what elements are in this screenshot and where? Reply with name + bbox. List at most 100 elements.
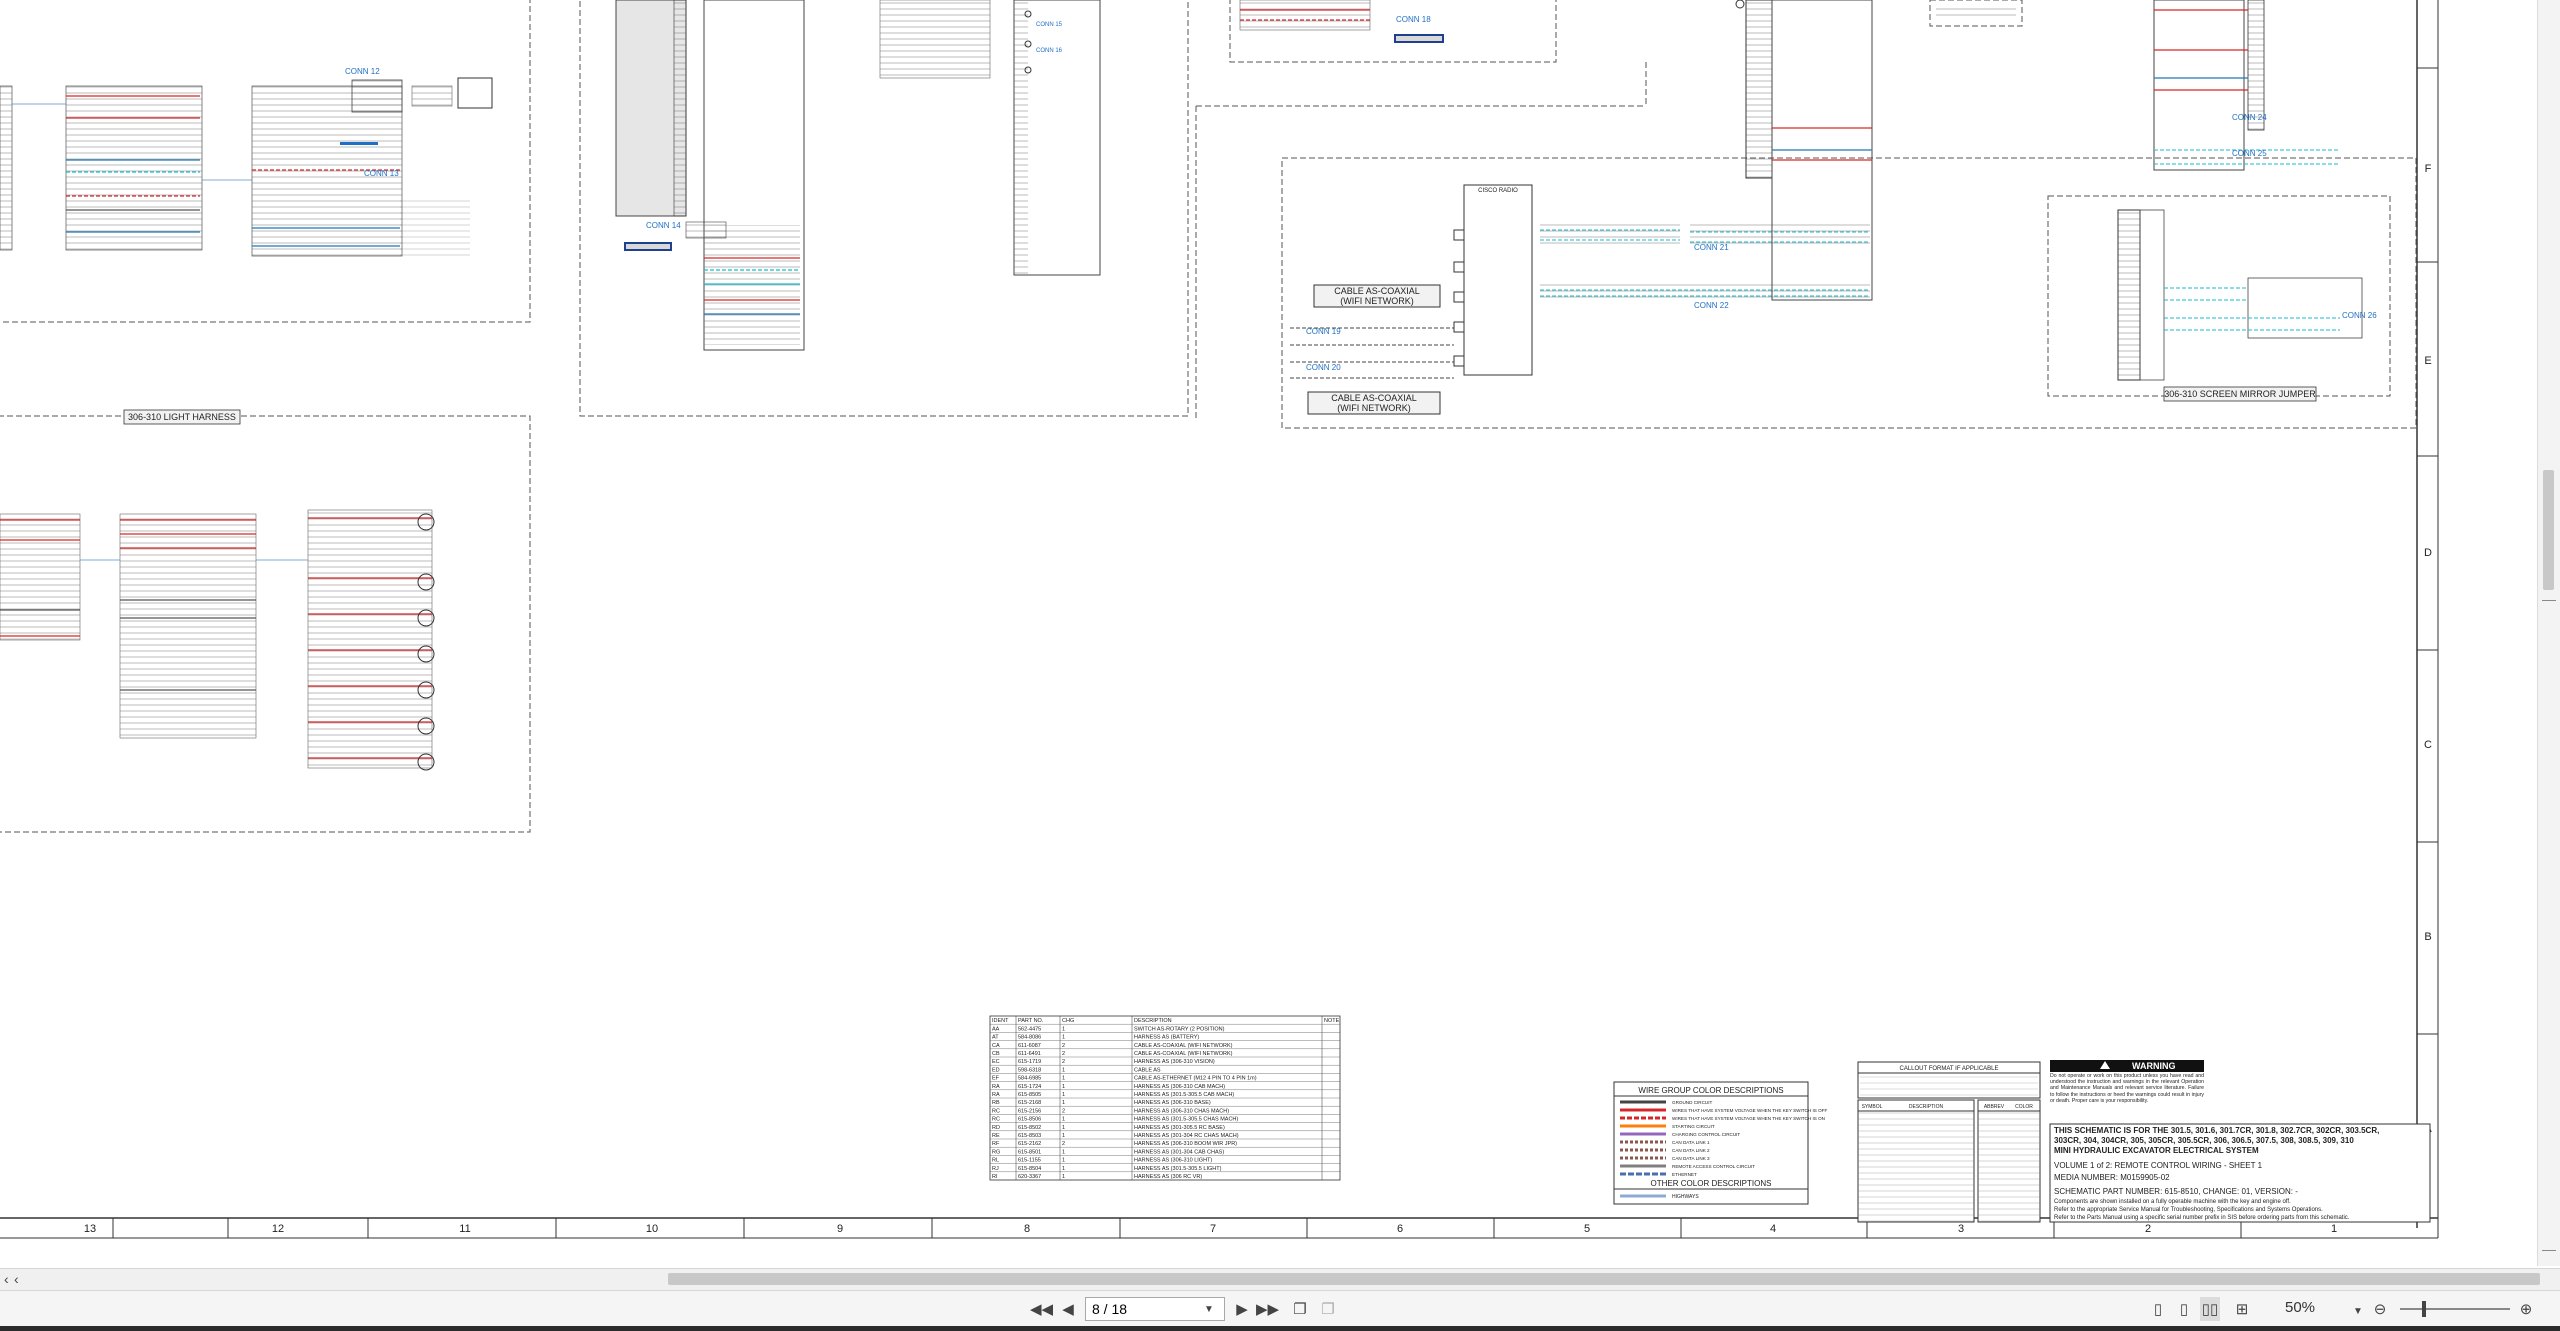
row-letter: B [2424,931,2431,943]
cable-label: (WIFI NETWORK) [1337,403,1411,413]
horizontal-scroll-thumb[interactable] [668,1273,2540,1285]
parts-table-cell: HARNESS AS (306-310 CHAS MACH) [1134,1108,1229,1114]
zoom-level[interactable]: 50% [2285,1299,2315,1316]
column-number: 9 [837,1223,843,1235]
parts-table-cell: RG [992,1149,1000,1155]
parts-table-cell: RF [992,1141,1000,1147]
zoom-slider[interactable] [2400,1301,2510,1317]
parts-table-cell: RC [992,1108,1000,1114]
connector-label: CONN 21 [1694,243,1729,252]
parts-table-cell: HARNESS AS (301-304 RC CHAS MACH) [1134,1133,1239,1139]
vertical-scrollbar[interactable] [2537,0,2560,1266]
continuous-view-button[interactable]: ▯ [2174,1297,2194,1321]
connector-label: CONN 26 [2342,311,2377,320]
parts-table-cell: RC [992,1117,1000,1123]
split-view-button[interactable]: ⊞ [2232,1297,2252,1321]
column-number: 7 [1210,1223,1216,1235]
callout-header: DESCRIPTION [1909,1104,1944,1110]
parts-table-cell: RI [992,1174,998,1180]
connector-label: CONN 18 [1396,15,1431,24]
prev-page-icon: ◀ [1062,1301,1074,1318]
parts-table-cell: 615-1724 [1018,1084,1041,1090]
parts-table-cell: 1 [1062,1076,1065,1082]
page-number-box[interactable]: ▼ [1085,1297,1225,1321]
row-letters: F E D C B A [2417,67,2438,1135]
parts-table-cell: 1 [1062,1133,1065,1139]
zoom-dropdown-chevron-icon[interactable]: ▼ [2348,1299,2368,1323]
title-line: Refer to the Parts Manual using a specif… [2054,1215,2350,1221]
split-view-icon: ⊞ [2235,1301,2249,1318]
parts-table-cell: CABLE AS-COAXIAL (WIFI NETWORK) [1134,1043,1233,1049]
legend-item: ETHERNET [1672,1172,1697,1177]
parts-table-cell: HARNESS AS (301-305.5 RC BASE) [1134,1125,1225,1131]
parts-table-cell: 1 [1062,1092,1065,1098]
last-page-button[interactable]: ▶▶ [1256,1297,1279,1321]
legend-other-title: OTHER COLOR DESCRIPTIONS [1651,1179,1772,1188]
connector-label: CONN 25 [2232,149,2267,158]
fit-page-button[interactable]: ❐ [1290,1297,1310,1321]
two-page-view-button[interactable]: ▯▯ [2200,1297,2220,1321]
cable-label: CABLE AS-COAXIAL [1334,286,1420,296]
page-toolbar: ◀◀ ◀ ▼ ▶ ▶▶ ❐ ❐ ▯ ▯ ▯▯ ⊞ 50% ▼ ⊖ ⊕ [0,1290,2560,1327]
cable-label: (WIFI NETWORK) [1340,296,1414,306]
device-label: CISCO RADIO [1478,188,1518,194]
connector-label: CONN 15 [1036,22,1063,28]
connector-label: CONN 12 [345,67,380,76]
document-viewport[interactable]: F E D C B A 13 12 11 10 9 8 7 6 5 4 3 [0,0,2560,1265]
harness-label: 306-310 SCREEN MIRROR JUMPER [2164,389,2316,399]
fit-page-icon: ❐ [1293,1301,1307,1318]
parts-table-cell: 615-2162 [1018,1141,1041,1147]
parts-table-cell: 615-1155 [1018,1158,1041,1164]
row-letter: D [2424,547,2432,559]
parts-table-cell: 615-2156 [1018,1108,1041,1114]
legend-item: STARTING CIRCUIT [1672,1124,1715,1129]
zoom-in-icon[interactable]: ⊕ [2516,1297,2536,1321]
scroll-left-icon[interactable]: ‹ [14,1271,19,1287]
legend-title: WIRE GROUP COLOR DESCRIPTIONS [1638,1086,1783,1095]
parts-table-header: PART NO. [1018,1018,1044,1024]
first-page-button[interactable]: ◀◀ [1030,1297,1053,1321]
parts-table-cell: AA [992,1026,1000,1032]
title-line: MINI HYDRAULIC EXCAVATOR ELECTRICAL SYST… [2054,1146,2259,1155]
harness-label: 306-310 LIGHT HARNESS [128,412,236,422]
parts-table-cell: 1 [1062,1117,1065,1123]
parts-table-cell: RL [992,1158,999,1164]
horizontal-scrollbar[interactable]: ‹ ‹ [0,1268,2560,1291]
parts-table-cell: HARNESS AS (301-304 CAB CHAS) [1134,1149,1224,1155]
parts-table-cell: 1 [1062,1035,1065,1041]
parts-table-cell: RD [992,1125,1000,1131]
parts-table-cell: RB [992,1100,1000,1106]
legend-item: CAN DATA LINK 3 [1672,1156,1710,1161]
rotate-page-button[interactable]: ❐ [1318,1297,1338,1321]
parts-table-cell: HARNESS AS (306-310 VISION) [1134,1059,1215,1065]
chevron-down-icon[interactable]: ▼ [1204,1304,1214,1315]
parts-table-header: CHG [1062,1018,1074,1024]
warning-text: Do not operate or work on this product u… [2050,1073,2204,1104]
callout-header: ABBREV [1984,1104,2005,1110]
page-number-input[interactable] [1086,1300,1204,1318]
legend-other-item: HIGHWAYS [1672,1194,1699,1200]
parts-table-cell: 2 [1062,1043,1065,1049]
parts-table-cell: HARNESS AS (301.5-305.5 CHAS MACH) [1134,1117,1238,1123]
parts-table-cell: HARNESS AS (301.5-305.5 CAB MACH) [1134,1092,1234,1098]
prev-page-button[interactable]: ◀ [1058,1297,1078,1321]
column-number: 13 [84,1223,96,1235]
next-page-button[interactable]: ▶ [1232,1297,1252,1321]
parts-table-cell: 1 [1062,1158,1065,1164]
light-harness-area: 306-310 LIGHT HARNESS [0,409,531,833]
column-number: 5 [1584,1223,1590,1235]
single-page-view-button[interactable]: ▯ [2148,1297,2168,1321]
title-line: Refer to the appropriate Service Manual … [2054,1207,2323,1213]
parts-table-cell: AT [992,1035,999,1041]
next-page-icon: ▶ [1236,1301,1248,1318]
scroll-left-arrow-icon[interactable]: ‹ [4,1271,9,1287]
legend-item: CAN DATA LINK 1 [1672,1140,1710,1145]
vertical-scroll-thumb[interactable] [2543,470,2554,590]
legend-item: REMOTE ACCESS CONTROL CIRCUIT [1672,1164,1755,1169]
parts-table-cell: 1 [1062,1026,1065,1032]
zoom-out-icon[interactable]: ⊖ [2370,1297,2390,1321]
parts-table-cell: 615-8502 [1018,1125,1041,1131]
parts-table-cell: EC [992,1059,1000,1065]
zoom-slider-knob[interactable] [2422,1301,2426,1317]
schematic-sheet: F E D C B A 13 12 11 10 9 8 7 6 5 4 3 [0,0,2439,1239]
